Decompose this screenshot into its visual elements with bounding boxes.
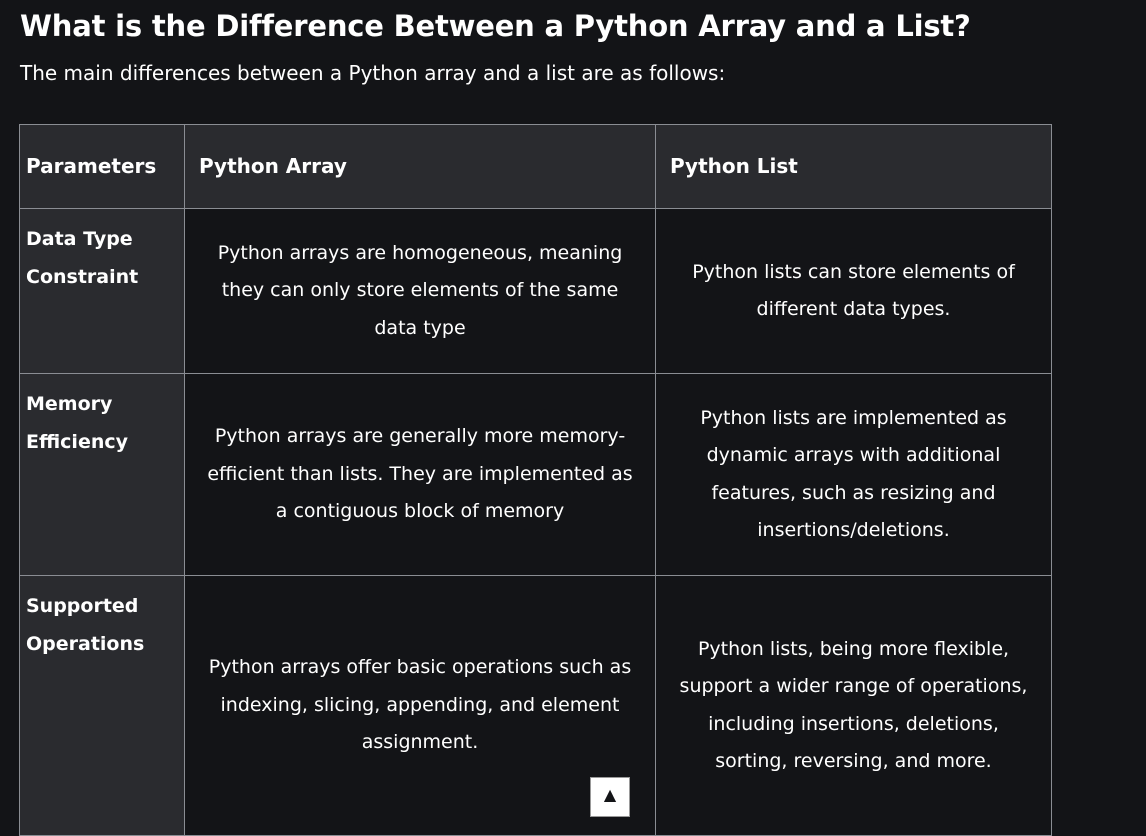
row-array-cell: Python arrays are generally more memory-… [184,373,656,576]
row-parameter: Data Type Constraint [19,208,185,374]
header-parameters: Parameters [19,124,185,209]
table-row: Data Type Constraint Python arrays are h… [19,208,1052,374]
row-parameter: Memory Efficiency [19,373,185,576]
row-list-cell: Python lists are implemented as dynamic … [655,373,1052,576]
row-list-cell: Python lists, being more flexible, suppo… [655,575,1052,836]
row-list-cell: Python lists can store elements of diffe… [655,208,1052,374]
caret-up-icon: ▲ [603,785,617,804]
comparison-table: Parameters Python Array Python List Data… [19,124,1052,836]
header-python-array: Python Array [184,124,656,209]
article-intro: The main differences between a Python ar… [20,61,726,85]
header-python-list: Python List [655,124,1052,209]
row-array-cell: Python arrays offer basic operations suc… [184,575,656,836]
table-row: Supported Operations Python arrays offer… [19,575,1052,836]
table-row: Memory Efficiency Python arrays are gene… [19,373,1052,576]
row-array-cell: Python arrays are homogeneous, meaning t… [184,208,656,374]
article-heading: What is the Difference Between a Python … [20,9,971,43]
row-parameter: Supported Operations [19,575,185,836]
scroll-to-top-button[interactable]: ▲ [590,777,630,817]
table-header-row: Parameters Python Array Python List [19,124,1052,209]
